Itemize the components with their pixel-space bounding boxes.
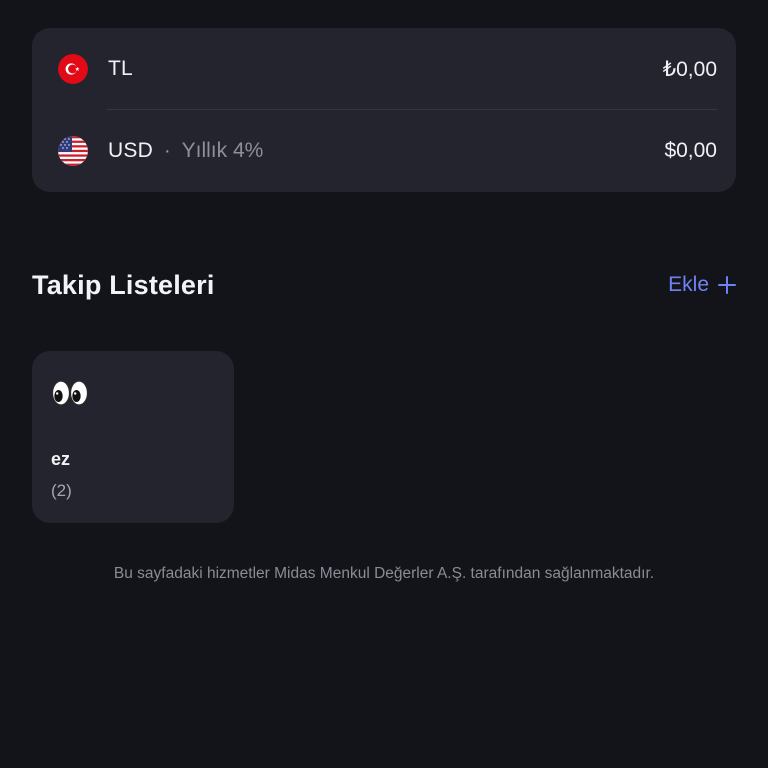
usa-flag-icon xyxy=(58,136,88,166)
watchlists-title: Takip Listeleri xyxy=(32,270,215,300)
currency-name: TL xyxy=(108,57,133,80)
plus-icon xyxy=(718,276,736,294)
balance-row-tl[interactable]: TL ₺0,00 xyxy=(32,28,736,110)
watchlist-name: ez xyxy=(51,449,71,469)
currency-name: USD xyxy=(108,139,153,162)
interest-rate-label: Yıllık 4% xyxy=(181,139,264,162)
balance-row-usd[interactable]: USD · Yıllık 4% $0,00 xyxy=(32,110,736,192)
turkey-flag-icon xyxy=(58,54,88,84)
footer-disclaimer: Bu sayfadaki hizmetler Midas Menkul Değe… xyxy=(113,565,655,582)
add-watchlist-label: Ekle xyxy=(668,273,709,296)
watchlist-card[interactable]: ez (2) xyxy=(32,351,234,523)
balance-amount: $0,00 xyxy=(664,139,717,162)
separator-dot: · xyxy=(163,139,171,162)
page: TL ₺0,00 USD · Yıllık 4% $0,00 Takip Lis… xyxy=(0,0,768,768)
balance-amount: ₺0,00 xyxy=(662,57,717,81)
add-watchlist-button[interactable]: Ekle xyxy=(668,273,736,297)
eyes-emoji-icon xyxy=(51,380,89,406)
balance-card: TL ₺0,00 USD · Yıllık 4% $0,00 xyxy=(32,28,736,192)
watchlist-item-count: (2) xyxy=(51,481,72,500)
